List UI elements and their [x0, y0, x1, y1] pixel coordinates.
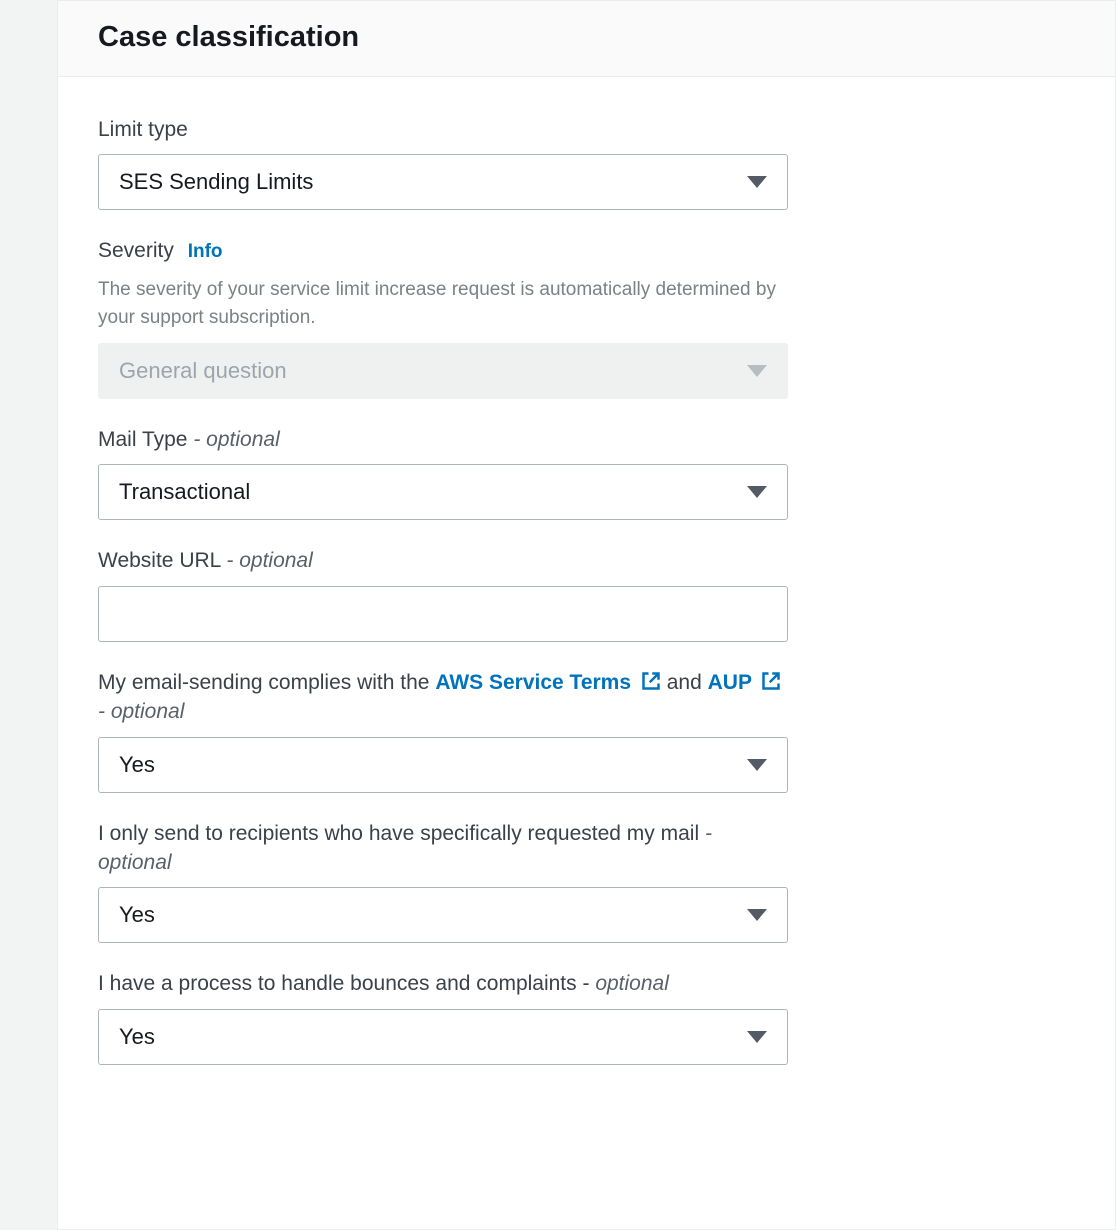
field-limit-type: Limit type SES Sending Limits	[98, 115, 788, 210]
field-mail-type: Mail Type - optional Transactional	[98, 425, 788, 520]
compliance-and: and	[667, 671, 702, 694]
bounces-optional: optional	[595, 972, 669, 995]
severity-info-link[interactable]: Info	[188, 241, 223, 262]
field-website-url: Website URL - optional	[98, 546, 788, 641]
limit-type-select[interactable]: SES Sending Limits	[98, 154, 788, 210]
severity-hint: The severity of your service limit incre…	[98, 276, 788, 331]
bounces-label: I have a process to handle bounces and c…	[98, 972, 582, 995]
mail-type-value: Transactional	[119, 479, 747, 505]
website-url-label: Website URL	[98, 549, 221, 572]
compliance-value: Yes	[119, 752, 747, 778]
severity-label-row: Severity Info	[98, 236, 788, 266]
chevron-down-icon	[747, 909, 767, 921]
mail-type-label-row: Mail Type - optional	[98, 425, 788, 454]
severity-label: Severity	[98, 239, 174, 262]
panel-title: Case classification	[98, 21, 1075, 54]
field-severity: Severity Info The severity of your servi…	[98, 236, 788, 399]
compliance-select[interactable]: Yes	[98, 737, 788, 793]
compliance-label-row: My email-sending complies with the AWS S…	[98, 668, 788, 727]
bounces-label-row: I have a process to handle bounces and c…	[98, 969, 788, 998]
recipients-label: I only send to recipients who have speci…	[98, 822, 699, 845]
recipients-select[interactable]: Yes	[98, 887, 788, 943]
mail-type-select[interactable]: Transactional	[98, 464, 788, 520]
left-gutter	[0, 0, 57, 1230]
recipients-label-row: I only send to recipients who have speci…	[98, 819, 788, 878]
chevron-down-icon	[747, 176, 767, 188]
chevron-down-icon	[747, 365, 767, 377]
limit-type-label: Limit type	[98, 115, 788, 144]
chevron-down-icon	[747, 759, 767, 771]
panel-header: Case classification	[58, 1, 1115, 77]
chevron-down-icon	[747, 486, 767, 498]
bounces-select[interactable]: Yes	[98, 1009, 788, 1065]
mail-type-optional: - optional	[193, 428, 279, 451]
case-classification-panel: Case classification Limit type SES Sendi…	[57, 0, 1116, 1230]
severity-select: General question	[98, 343, 788, 399]
field-compliance: My email-sending complies with the AWS S…	[98, 668, 788, 793]
website-url-label-row: Website URL - optional	[98, 546, 788, 575]
aws-service-terms-link[interactable]: AWS Service Terms	[435, 671, 666, 694]
external-link-icon	[641, 671, 661, 691]
bounces-value: Yes	[119, 1024, 747, 1050]
website-url-optional: - optional	[226, 549, 312, 572]
compliance-optional: - optional	[98, 700, 184, 723]
mail-type-label: Mail Type	[98, 428, 188, 451]
compliance-prefix: My email-sending complies with the	[98, 671, 429, 694]
chevron-down-icon	[747, 1031, 767, 1043]
website-url-input[interactable]	[98, 586, 788, 642]
external-link-icon	[761, 671, 781, 691]
field-bounces: I have a process to handle bounces and c…	[98, 969, 788, 1064]
aup-link[interactable]: AUP	[708, 671, 782, 694]
severity-value: General question	[119, 358, 747, 384]
recipients-value: Yes	[119, 902, 747, 928]
field-recipients: I only send to recipients who have speci…	[98, 819, 788, 944]
limit-type-value: SES Sending Limits	[119, 169, 747, 195]
